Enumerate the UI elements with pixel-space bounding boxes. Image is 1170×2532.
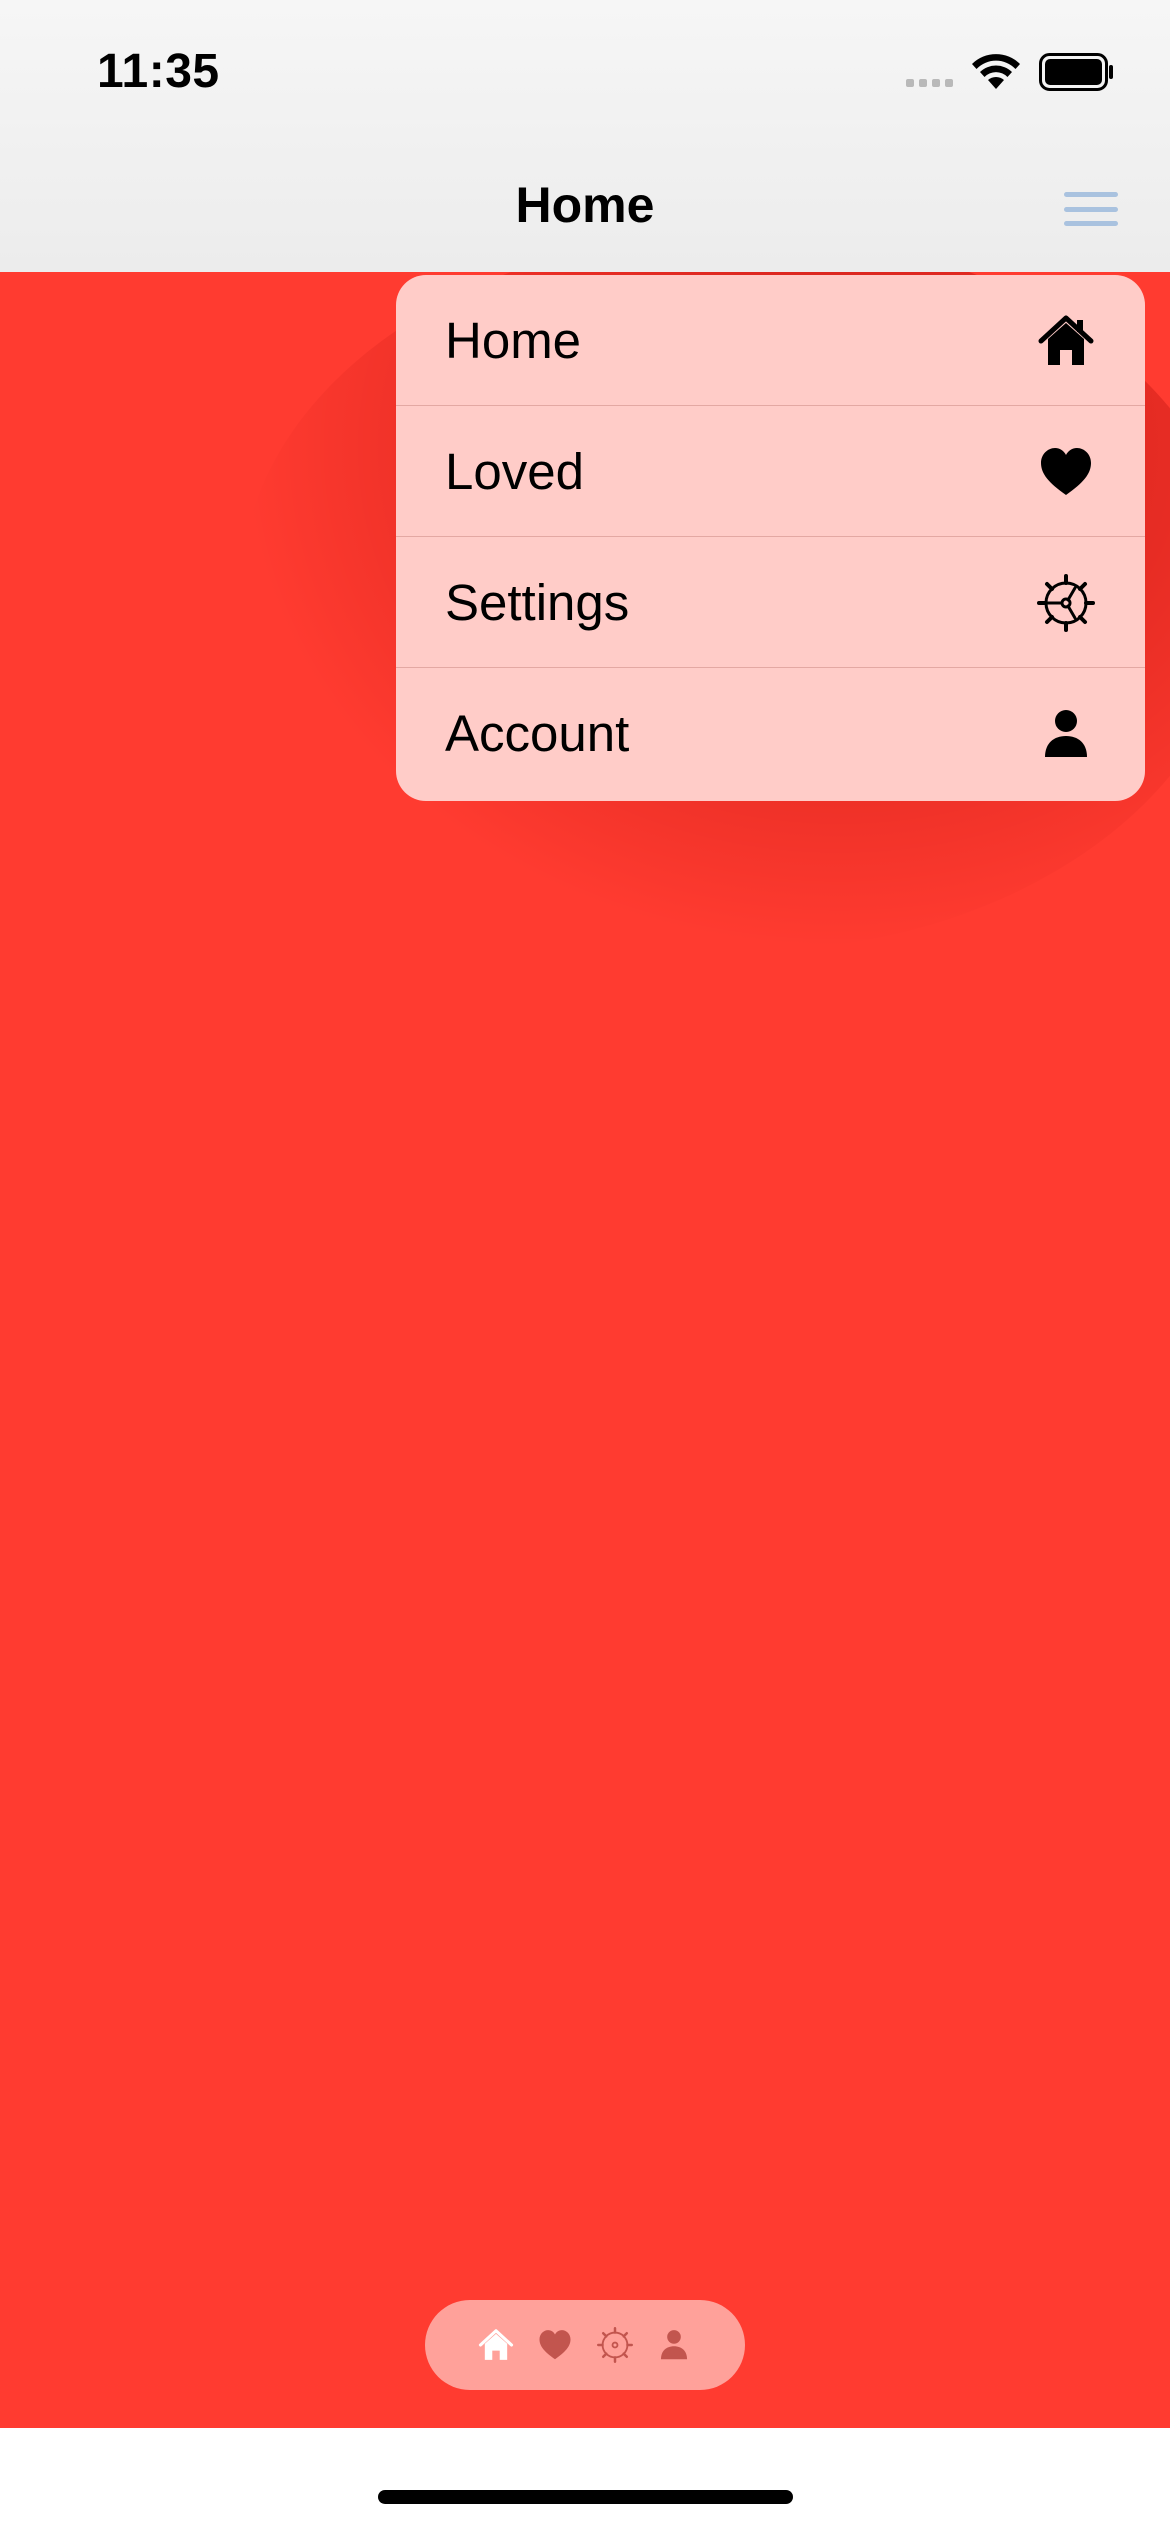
heart-icon	[1037, 443, 1095, 501]
menu-item-label: Loved	[445, 443, 584, 500]
home-indicator	[378, 2490, 793, 2504]
gear-icon	[1037, 574, 1095, 632]
person-icon	[661, 2330, 688, 2360]
house-icon	[478, 2329, 513, 2360]
menu-item-settings[interactable]: Settings	[396, 537, 1145, 668]
tab-settings[interactable]	[596, 2326, 634, 2364]
hamburger-menu-icon[interactable]	[1064, 192, 1118, 226]
menu-item-home[interactable]: Home	[396, 275, 1145, 406]
tab-bar	[425, 2300, 745, 2390]
dropdown-menu: Home Loved Settings Account	[396, 275, 1145, 801]
tab-home[interactable]	[477, 2326, 515, 2364]
person-icon	[1037, 705, 1095, 763]
wifi-icon	[972, 54, 1020, 89]
menu-item-account[interactable]: Account	[396, 668, 1145, 799]
tab-loved[interactable]	[536, 2326, 574, 2364]
house-icon	[1037, 312, 1095, 370]
page-title: Home	[515, 177, 655, 233]
battery-icon	[1039, 53, 1113, 91]
gear-icon	[596, 2327, 633, 2363]
menu-item-label: Home	[445, 312, 582, 369]
menu-item-label: Account	[445, 705, 630, 762]
menu-item-loved[interactable]: Loved	[396, 406, 1145, 537]
status-time: 11:35	[97, 45, 220, 98]
top-bar: 11:35 Home	[0, 0, 1170, 272]
status-icons	[906, 50, 1115, 94]
tab-account[interactable]	[655, 2326, 693, 2364]
cellular-signal-icon	[906, 57, 953, 87]
heart-icon	[539, 2330, 571, 2360]
menu-item-label: Settings	[445, 574, 630, 631]
